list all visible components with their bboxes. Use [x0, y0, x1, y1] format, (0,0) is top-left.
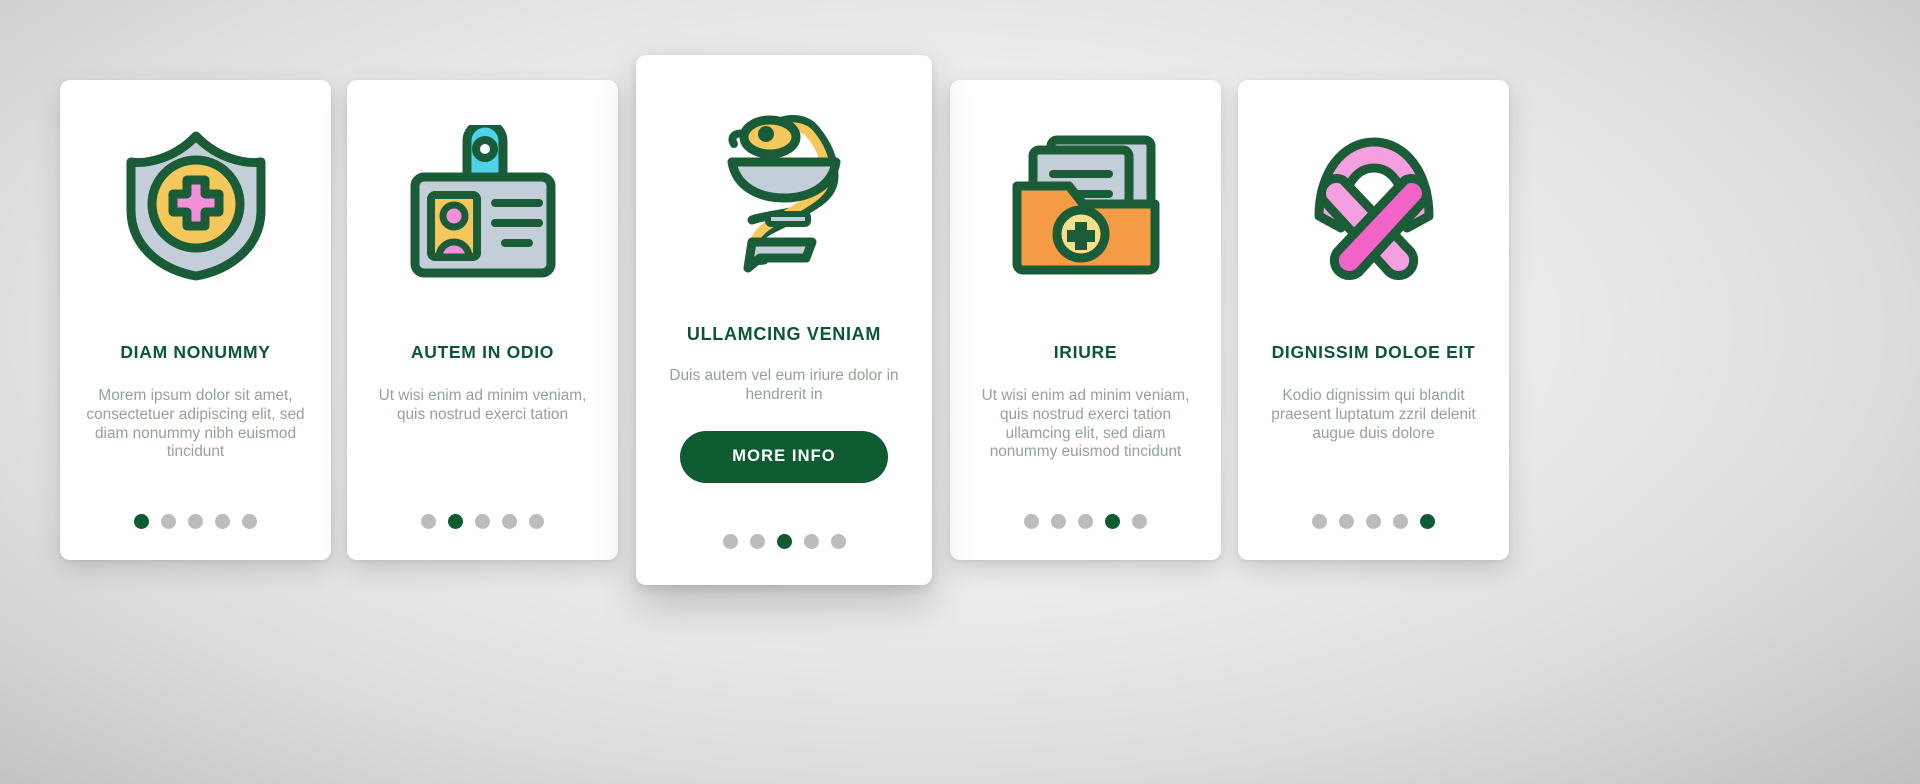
card-title: DIGNISSIM DOLOE EIT [1271, 342, 1476, 362]
pagination-dot[interactable] [215, 514, 230, 529]
onboarding-card-1[interactable]: DIAM NONUMMY Morem ipsum dolor sit amet,… [60, 80, 331, 560]
pagination-dot[interactable] [475, 514, 490, 529]
medical-folder-icon [950, 80, 1221, 310]
pagination-dot[interactable] [722, 534, 738, 549]
pagination-dot[interactable] [749, 534, 765, 549]
pagination-dot[interactable] [1051, 514, 1066, 529]
pagination-dot[interactable] [803, 534, 819, 549]
pagination-dot[interactable] [134, 514, 149, 529]
onboarding-card-5[interactable]: DIGNISSIM DOLOE EIT Kodio dignissim qui … [1238, 80, 1509, 560]
id-badge-icon [347, 80, 618, 310]
pagination-dot[interactable] [776, 534, 792, 549]
pagination-dots[interactable] [636, 534, 932, 549]
bowl-of-hygieia-icon [636, 55, 932, 300]
card-body: Ut wisi enim ad minim veniam, quis nostr… [378, 387, 587, 423]
pagination-dot[interactable] [1105, 514, 1120, 529]
card-title: IRIURE [1053, 342, 1118, 362]
pagination-dot[interactable] [502, 514, 517, 529]
medical-shield-icon [60, 80, 331, 310]
pagination-dot[interactable] [1339, 514, 1354, 529]
onboarding-screens-stage: DIAM NONUMMY Morem ipsum dolor sit amet,… [0, 0, 1920, 784]
card-body: Morem ipsum dolor sit amet, consectetuer… [86, 387, 305, 461]
card-body: Duis autem vel eum iriure dolor in hendr… [669, 367, 899, 403]
pagination-dots[interactable] [347, 514, 618, 529]
pagination-dots[interactable] [1238, 514, 1509, 529]
pagination-dot[interactable] [1366, 514, 1381, 529]
pagination-dot[interactable] [242, 514, 257, 529]
pagination-dot[interactable] [448, 514, 463, 529]
onboarding-card-4[interactable]: IRIURE Ut wisi enim ad minim veniam, qui… [950, 80, 1221, 560]
pagination-dot[interactable] [1393, 514, 1408, 529]
card-body: Kodio dignissim qui blandit praesent lup… [1271, 387, 1476, 442]
pagination-dot[interactable] [1312, 514, 1327, 529]
pagination-dots[interactable] [950, 514, 1221, 529]
card-title: ULLAMCING VENIAM [686, 324, 882, 344]
more-info-button[interactable]: MORE INFO [680, 430, 888, 483]
pagination-dot[interactable] [421, 514, 436, 529]
onboarding-card-3-featured[interactable]: ULLAMCING VENIAM Duis autem vel eum iriu… [636, 55, 932, 585]
pagination-dot[interactable] [1132, 514, 1147, 529]
pagination-dot[interactable] [830, 534, 846, 549]
pagination-dots[interactable] [60, 514, 331, 529]
pagination-dot[interactable] [188, 514, 203, 529]
card-title: DIAM NONUMMY [120, 342, 271, 362]
card-body: Ut wisi enim ad minim veniam, quis nostr… [981, 387, 1190, 461]
card-title: AUTEM IN ODIO [410, 342, 555, 362]
pagination-dot[interactable] [1024, 514, 1039, 529]
pagination-dot[interactable] [1078, 514, 1093, 529]
pagination-dot[interactable] [161, 514, 176, 529]
awareness-ribbon-icon [1238, 80, 1509, 310]
pagination-dot[interactable] [529, 514, 544, 529]
onboarding-card-2[interactable]: AUTEM IN ODIO Ut wisi enim ad minim veni… [347, 80, 618, 560]
pagination-dot[interactable] [1420, 514, 1435, 529]
